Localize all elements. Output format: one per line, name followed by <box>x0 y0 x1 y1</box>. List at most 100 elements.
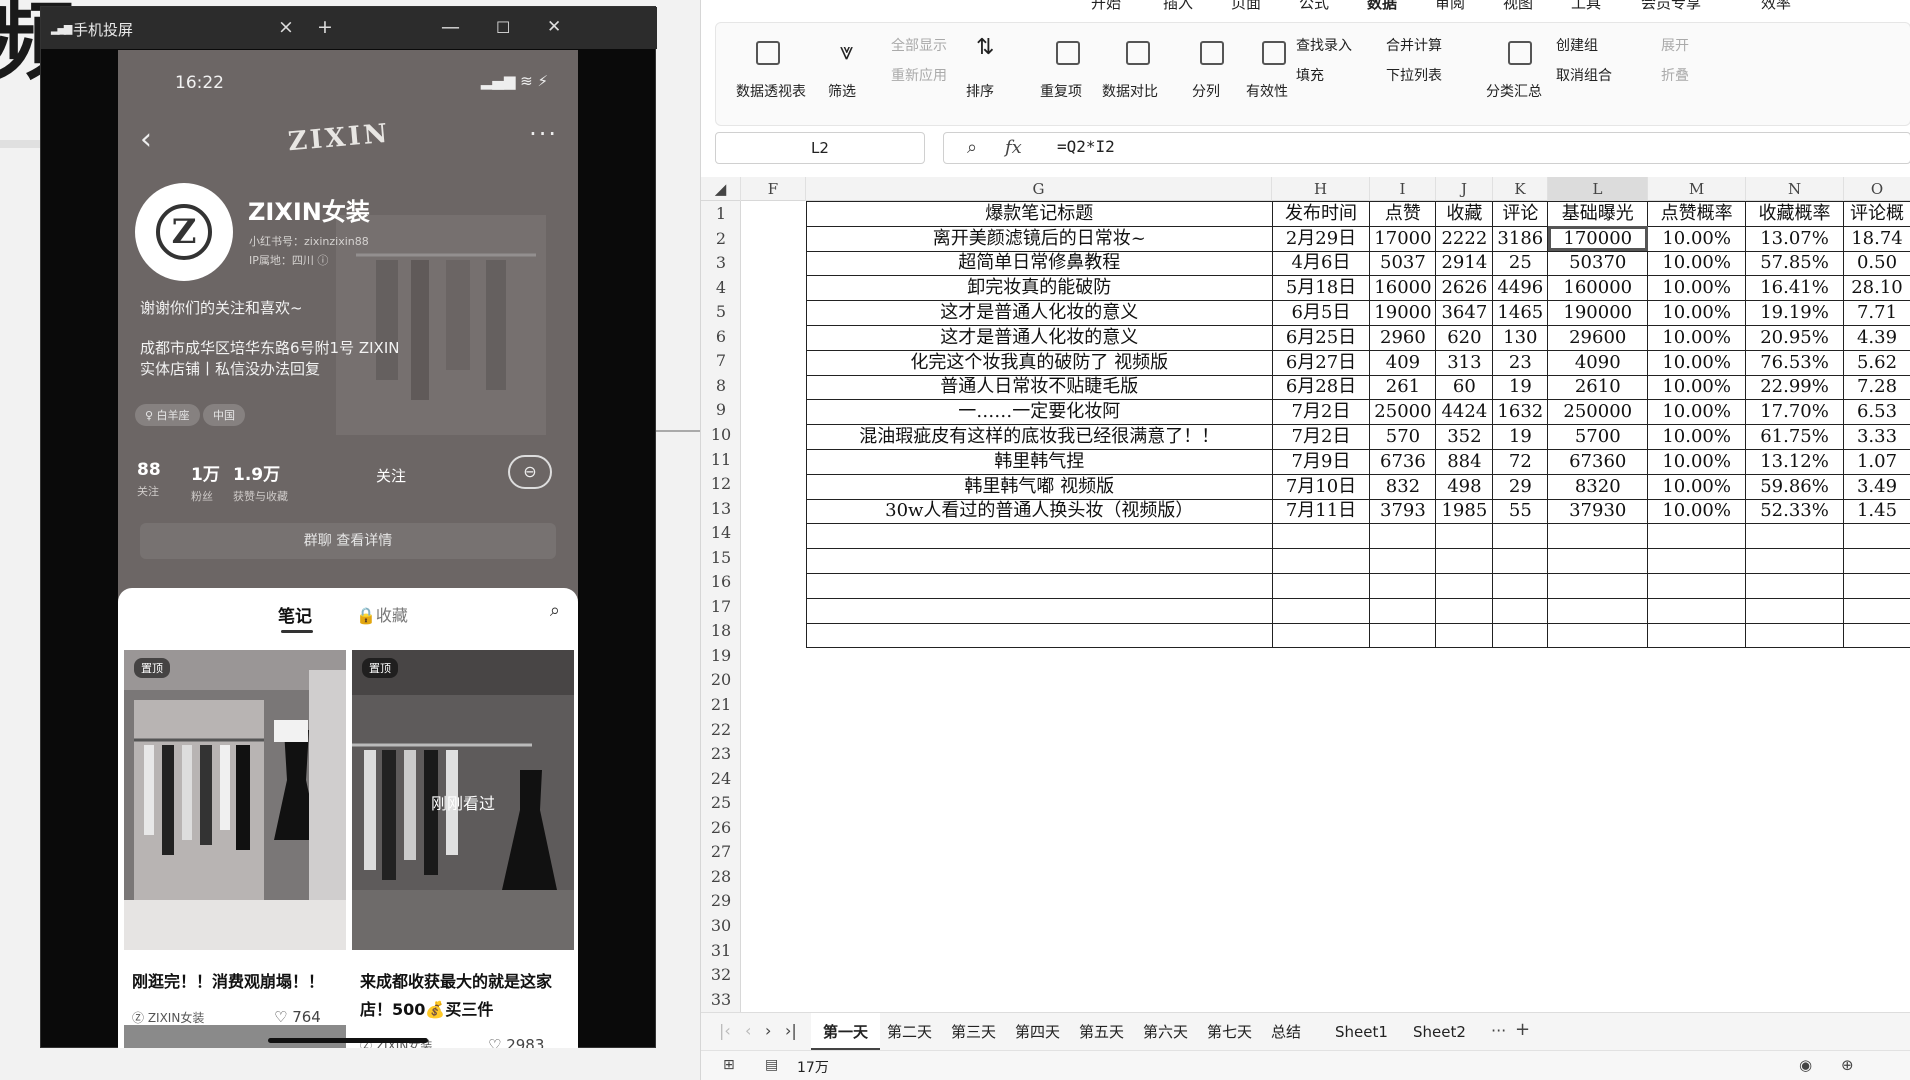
table-cell[interactable] <box>1492 597 1549 624</box>
table-cell[interactable]: 250000 <box>1547 399 1649 426</box>
table-cell[interactable]: 498 <box>1435 473 1494 500</box>
create-group-button[interactable]: 创建组 <box>1556 35 1598 55</box>
table-cell[interactable]: 10.00% <box>1647 349 1747 376</box>
table-cell[interactable]: 2月29日 <box>1271 225 1371 252</box>
table-cell[interactable]: 261 <box>1369 374 1437 401</box>
row-header[interactable]: 14 <box>701 520 741 545</box>
more-sheets-icon[interactable]: ··· <box>1491 1021 1506 1040</box>
header-cell[interactable]: 收藏 <box>1435 201 1494 227</box>
row-header[interactable]: 17 <box>701 594 741 619</box>
table-cell[interactable]: 10.00% <box>1647 275 1747 302</box>
dropdown-list-button[interactable]: 下拉列表 <box>1386 65 1442 85</box>
note-title[interactable]: 刚逛完！！消费观崩塌！！ <box>132 968 342 996</box>
table-cell[interactable]: 28.10 <box>1842 275 1910 302</box>
table-cell[interactable]: 8320 <box>1547 473 1649 500</box>
table-cell[interactable]: 29600 <box>1547 324 1649 351</box>
table-cell[interactable] <box>1492 572 1549 599</box>
table-cell[interactable]: 832 <box>1369 473 1437 500</box>
table-cell[interactable]: 7.71 <box>1842 300 1910 326</box>
table-cell[interactable]: 6月28日 <box>1271 374 1371 401</box>
table-cell[interactable]: 4424 <box>1435 399 1494 426</box>
table-cell[interactable]: 超简单日常修鼻教程 <box>806 250 1273 277</box>
table-cell[interactable] <box>1647 597 1747 624</box>
table-cell[interactable] <box>1369 622 1437 649</box>
sheet-tab[interactable]: 第五天 <box>1067 1013 1136 1051</box>
row-header[interactable]: 6 <box>701 324 741 349</box>
table-cell[interactable]: 190000 <box>1547 300 1649 326</box>
menu-review[interactable]: 审阅 <box>1435 0 1465 12</box>
table-cell[interactable]: 10.00% <box>1647 473 1747 500</box>
table-cell[interactable]: 10.00% <box>1647 448 1747 475</box>
back-icon[interactable]: ‹ <box>140 122 152 157</box>
table-cell[interactable] <box>1842 622 1910 649</box>
data-compare-button[interactable]: 数据对比 <box>1102 81 1158 101</box>
table-cell[interactable]: 37930 <box>1547 498 1649 525</box>
table-cell[interactable]: 4.39 <box>1842 324 1910 351</box>
sheet-tab[interactable]: Sheet2 <box>1401 1013 1478 1051</box>
table-cell[interactable]: 普通人日常妆不贴睫毛版 <box>806 374 1273 401</box>
table-cell[interactable]: 7月2日 <box>1271 424 1371 450</box>
table-cell[interactable]: 6月25日 <box>1271 324 1371 351</box>
column-header-selected[interactable]: L <box>1548 177 1648 201</box>
table-cell[interactable] <box>1435 622 1494 649</box>
column-header[interactable]: I <box>1370 177 1436 201</box>
row-header[interactable]: 33 <box>701 987 741 1012</box>
menu-insert[interactable]: 插入 <box>1163 0 1193 12</box>
follow-button[interactable]: 关注 <box>376 465 406 486</box>
validation-button[interactable]: 有效性 <box>1246 81 1288 101</box>
sheet-tab[interactable]: 总结 <box>1259 1013 1313 1051</box>
table-cell[interactable]: 6月27日 <box>1271 349 1371 376</box>
row-header[interactable]: 32 <box>701 962 741 987</box>
table-cell[interactable]: 18.74 <box>1842 225 1910 252</box>
row-header[interactable]: 11 <box>701 447 741 472</box>
table-cell[interactable] <box>1745 597 1844 624</box>
table-cell[interactable]: 620 <box>1435 324 1494 351</box>
stat-likes[interactable]: 1.9万 获赞与收藏 <box>233 460 288 504</box>
macro-icon[interactable]: ⊞ <box>723 1057 735 1073</box>
table-cell[interactable]: 1.45 <box>1842 498 1910 525</box>
table-cell[interactable]: 76.53% <box>1745 349 1844 376</box>
message-icon[interactable]: ⊖ <box>508 455 552 489</box>
table-cell[interactable]: 4090 <box>1547 349 1649 376</box>
expand-button[interactable]: 展开 <box>1661 35 1689 55</box>
table-cell[interactable]: 57.85% <box>1745 250 1844 277</box>
table-cell[interactable]: 160000 <box>1547 275 1649 302</box>
table-cell[interactable]: 22.99% <box>1745 374 1844 401</box>
table-cell[interactable]: 19000 <box>1369 300 1437 326</box>
table-cell[interactable]: 17000 <box>1369 225 1437 252</box>
table-cell[interactable]: 19 <box>1492 374 1549 401</box>
header-cell[interactable]: 评论概 <box>1842 201 1910 227</box>
table-cell[interactable]: 59.86% <box>1745 473 1844 500</box>
row-header[interactable]: 5 <box>701 299 741 324</box>
stat-followers[interactable]: 1万 粉丝 <box>191 460 220 504</box>
sheet-tab[interactable]: 第六天 <box>1131 1013 1200 1051</box>
table-cell[interactable]: 6.53 <box>1842 399 1910 426</box>
table-cell[interactable]: 7月10日 <box>1271 473 1371 500</box>
search-icon[interactable]: ⌕ <box>550 600 560 621</box>
show-all-button[interactable]: 全部显示 <box>891 35 947 55</box>
table-cell[interactable]: 混油瑕疵皮有这样的底妆我已经很满意了！！ <box>806 424 1273 450</box>
more-icon[interactable]: ··· <box>529 120 558 148</box>
table-cell[interactable] <box>806 572 1273 599</box>
table-cell[interactable]: 10.00% <box>1647 424 1747 450</box>
menu-home[interactable]: 开始 <box>1091 0 1121 12</box>
table-cell[interactable]: 7月2日 <box>1271 399 1371 426</box>
row-header[interactable]: 31 <box>701 938 741 963</box>
table-cell[interactable] <box>1435 548 1494 574</box>
row-header[interactable]: 8 <box>701 373 741 398</box>
table-cell[interactable]: 2626 <box>1435 275 1494 302</box>
cell-grid[interactable]: ◢ F G H I J K L M N O 1 2 3 4 5 6 7 8 9 10 11 12 13 1… <box>701 177 1910 1012</box>
group-chat-bar[interactable]: 群聊 查看详情 <box>140 523 556 559</box>
table-cell[interactable] <box>1647 523 1747 550</box>
row-header[interactable]: 2 <box>701 226 741 251</box>
table-cell[interactable] <box>806 597 1273 624</box>
table-cell[interactable] <box>806 622 1273 649</box>
menu-view[interactable]: 视图 <box>1503 0 1533 12</box>
row-header[interactable]: 1 <box>701 201 741 226</box>
name-box[interactable]: L2 <box>715 132 925 164</box>
table-cell[interactable]: 313 <box>1435 349 1494 376</box>
table-cell[interactable]: 16.41% <box>1745 275 1844 302</box>
row-header[interactable]: 20 <box>701 667 741 692</box>
menu-member[interactable]: 会员专享 <box>1641 0 1701 12</box>
table-cell[interactable]: 25 <box>1492 250 1549 277</box>
